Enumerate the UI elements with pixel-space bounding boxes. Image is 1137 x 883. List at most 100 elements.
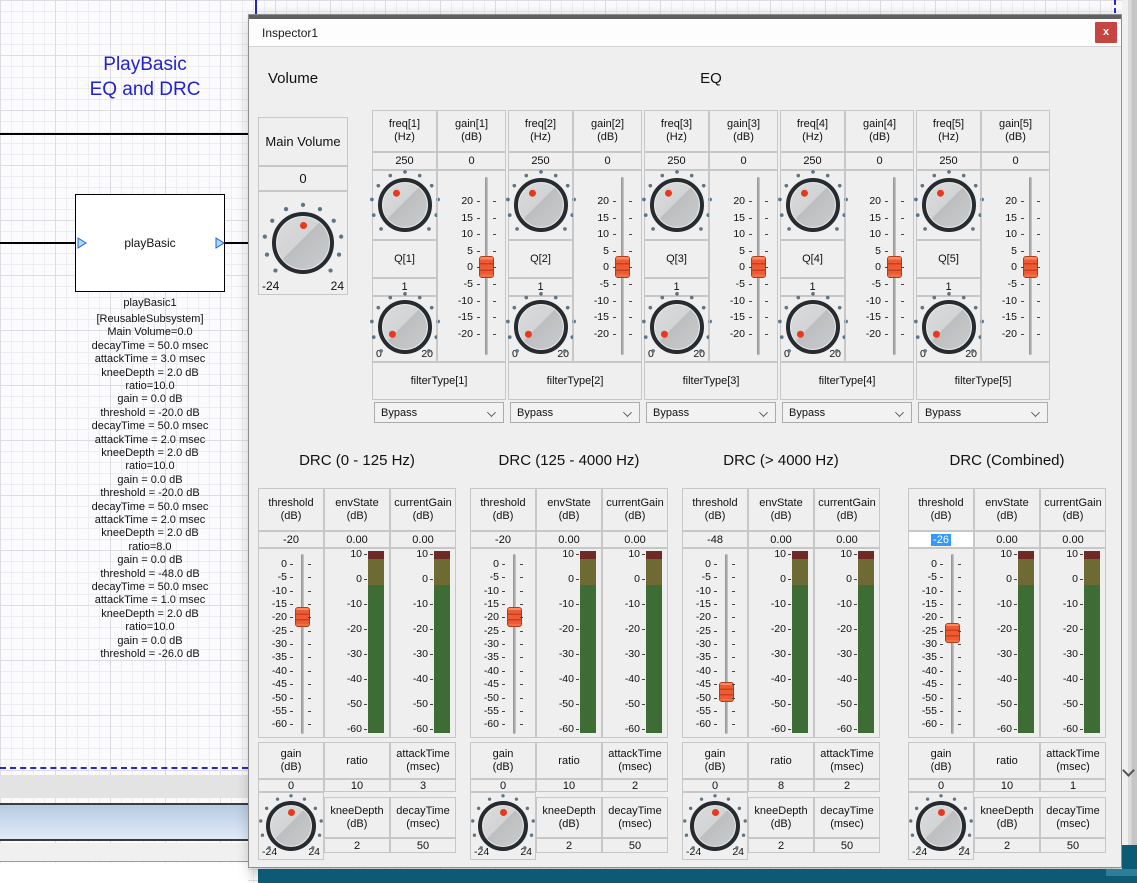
window-title: Inspector1 (262, 26, 318, 40)
decaytime-value[interactable]: 50 (602, 838, 668, 853)
freq-value[interactable]: 250 (780, 152, 845, 170)
q-value[interactable]: 1 (916, 278, 981, 296)
filter-type-dropdown[interactable]: Bypass (646, 402, 776, 423)
attacktime-value[interactable]: 2 (602, 779, 668, 792)
envstate-header: envState(dB) (748, 488, 814, 531)
ratio-header: ratio (748, 742, 814, 779)
eq-channel-2: freq[3] (Hz) 250 Q[3] 1 0 20 (644, 110, 778, 425)
gain-knob[interactable] (690, 801, 740, 851)
gain-value[interactable]: 0 (908, 779, 974, 792)
freq-label: freq[3] (661, 118, 692, 131)
threshold-slider-handle[interactable] (945, 623, 960, 643)
threshold-header: threshold(dB) (470, 488, 536, 531)
freq-label: freq[2] (525, 118, 556, 131)
knob-body (650, 178, 704, 232)
q-knob[interactable] (922, 300, 976, 354)
gain-header-cell: gain[1] (dB) (437, 110, 506, 152)
gain-slider-handle[interactable] (887, 256, 902, 278)
kneedepth-value[interactable]: 2 (974, 838, 1040, 853)
gain-value[interactable]: 0 (845, 152, 914, 170)
threshold-value-field[interactable]: -26 (908, 531, 974, 548)
eq-heading: EQ (372, 70, 1050, 87)
freq-knob[interactable] (922, 178, 976, 232)
attacktime-value[interactable]: 3 (390, 779, 456, 792)
q-value[interactable]: 1 (372, 278, 437, 296)
gain-unit: (dB) (863, 131, 896, 144)
currentgain-meter: 100-10-20-30-40-50-60 (602, 548, 668, 738)
attacktime-value[interactable]: 1 (1040, 779, 1106, 792)
gain-value[interactable]: 0 (258, 779, 324, 792)
gain-slider: 20151050-5-10-15-20 (709, 170, 778, 362)
chevron-down-icon (895, 408, 904, 417)
filter-type-dropdown[interactable]: Bypass (782, 402, 912, 423)
gain-value[interactable]: 0 (981, 152, 1050, 170)
threshold-value-field[interactable]: -20 (258, 531, 324, 548)
kneedepth-value[interactable]: 2 (536, 838, 602, 853)
currentgain-header: currentGain(dB) (814, 488, 880, 531)
gain-header-cell: gain[4] (dB) (845, 110, 914, 152)
ratio-value[interactable]: 10 (324, 779, 390, 792)
knob-pointer (917, 173, 982, 238)
q-knob[interactable] (650, 300, 704, 354)
q-value[interactable]: 1 (644, 278, 709, 296)
filter-type-dropdown[interactable]: Bypass (374, 402, 504, 423)
knob-body (916, 801, 966, 851)
kneedepth-value[interactable]: 2 (324, 838, 390, 853)
gain-value[interactable]: 0 (470, 779, 536, 792)
gain-slider-handle[interactable] (479, 256, 494, 278)
kneedepth-value[interactable]: 2 (748, 838, 814, 853)
q-value[interactable]: 1 (780, 278, 845, 296)
knob-body (922, 300, 976, 354)
attacktime-header: attackTime(msec) (814, 742, 880, 779)
decaytime-value[interactable]: 50 (1040, 838, 1106, 853)
chevron-down-icon (487, 408, 496, 417)
volume-heading: Volume (268, 70, 318, 87)
ratio-value[interactable]: 10 (974, 779, 1040, 792)
freq-value[interactable]: 250 (508, 152, 573, 170)
gain-value[interactable]: 0 (437, 152, 506, 170)
currentgain-meter: 100-10-20-30-40-50-60 (814, 548, 880, 738)
gain-value[interactable]: 0 (573, 152, 642, 170)
gain-unit: (dB) (591, 131, 624, 144)
freq-knob[interactable] (786, 178, 840, 232)
q-knob[interactable] (378, 300, 432, 354)
filter-type-label: filterType[3] (644, 362, 778, 400)
q-value[interactable]: 1 (508, 278, 573, 296)
freq-value[interactable]: 250 (644, 152, 709, 170)
freq-knob[interactable] (650, 178, 704, 232)
decaytime-value[interactable]: 50 (814, 838, 880, 853)
filter-type-dropdown[interactable]: Bypass (510, 402, 640, 423)
gain-value[interactable]: 0 (709, 152, 778, 170)
q-knob[interactable] (514, 300, 568, 354)
filter-type-dropdown[interactable]: Bypass (918, 402, 1048, 423)
envstate-value: 0.00 (536, 531, 602, 548)
knob-pointer (781, 173, 846, 238)
freq-header-cell: freq[2] (Hz) (508, 110, 573, 152)
window-titlebar[interactable]: Inspector1 x (249, 19, 1121, 47)
gain-value[interactable]: 0 (682, 779, 748, 792)
gain-knob[interactable] (266, 801, 316, 851)
freq-value[interactable]: 250 (916, 152, 981, 170)
freq-value[interactable]: 250 (372, 152, 437, 170)
gain-slider-handle[interactable] (751, 256, 766, 278)
close-button[interactable]: x (1095, 22, 1117, 43)
decaytime-value[interactable]: 50 (390, 838, 456, 853)
ratio-value[interactable]: 8 (748, 779, 814, 792)
gain-knob[interactable] (916, 801, 966, 851)
freq-knob[interactable] (514, 178, 568, 232)
attacktime-value[interactable]: 2 (814, 779, 880, 792)
kneedepth-header: kneeDepth(dB) (974, 797, 1040, 838)
gain-knob[interactable] (478, 801, 528, 851)
gain-slider-handle[interactable] (1023, 256, 1038, 278)
ratio-value[interactable]: 10 (536, 779, 602, 792)
gain-slider-handle[interactable] (615, 256, 630, 278)
ratio-header: ratio (324, 742, 390, 779)
q-knob[interactable] (786, 300, 840, 354)
threshold-value-field[interactable]: -48 (682, 531, 748, 548)
freq-knob[interactable] (378, 178, 432, 232)
threshold-value-field[interactable]: -20 (470, 531, 536, 548)
filter-type-label: filterType[4] (780, 362, 914, 400)
drc-section: DRC (0 - 125 Hz) threshold(dB) envState(… (0, 440, 1122, 872)
filter-type-label: filterType[5] (916, 362, 1050, 400)
drc-group-3: DRC (Combined) threshold(dB) envState(dB… (908, 440, 1106, 865)
